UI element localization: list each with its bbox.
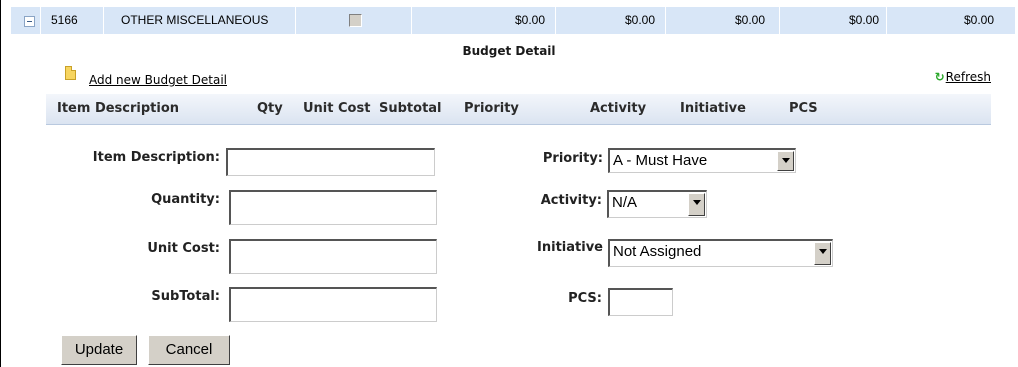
column-qty: Qty bbox=[257, 101, 283, 116]
initiative-label: Initiative bbox=[537, 240, 603, 255]
cell-divider bbox=[40, 7, 41, 34]
column-item-description: Item Description bbox=[57, 101, 180, 116]
priority-label: Priority: bbox=[542, 151, 603, 166]
column-activity: Activity bbox=[590, 101, 647, 116]
document-icon bbox=[65, 66, 76, 80]
column-pcs: PCS bbox=[789, 101, 818, 116]
refresh-link[interactable]: ↻Refresh bbox=[935, 70, 991, 84]
unit-cost-input[interactable] bbox=[229, 239, 437, 274]
chevron-down-icon[interactable] bbox=[777, 151, 794, 171]
initiative-select[interactable]: Not Assigned bbox=[608, 239, 833, 267]
category-name: OTHER MISCELLANEOUS bbox=[121, 13, 269, 27]
cell-divider bbox=[886, 7, 887, 34]
activity-label: Activity: bbox=[540, 193, 602, 208]
cell-divider bbox=[411, 7, 412, 34]
quantity-label: Quantity: bbox=[151, 192, 220, 207]
priority-select[interactable]: A - Must Have bbox=[608, 148, 796, 173]
subtotal-input[interactable] bbox=[229, 287, 437, 322]
column-unit-cost: Unit Cost bbox=[303, 101, 371, 116]
item-description-label: Item Description: bbox=[92, 150, 220, 165]
chevron-down-icon[interactable] bbox=[814, 242, 831, 265]
amount-4: $0.00 bbox=[848, 13, 879, 27]
chevron-down-icon[interactable] bbox=[688, 193, 705, 216]
section-title: Budget Detail bbox=[462, 44, 556, 58]
category-code: 5166 bbox=[51, 13, 78, 27]
cancel-button[interactable]: Cancel bbox=[148, 335, 230, 365]
activity-select[interactable]: N/A bbox=[607, 190, 707, 218]
activity-value: N/A bbox=[612, 194, 638, 211]
column-subtotal: Subtotal bbox=[379, 101, 442, 116]
pcs-input[interactable] bbox=[608, 288, 673, 316]
collapse-icon[interactable] bbox=[24, 16, 35, 27]
column-priority: Priority bbox=[464, 101, 519, 116]
column-header-row: Item Description Qty Unit Cost Subtotal … bbox=[46, 94, 991, 125]
subtotal-label: SubTotal: bbox=[151, 289, 220, 304]
update-button[interactable]: Update bbox=[61, 335, 137, 365]
amount-1: $0.00 bbox=[514, 13, 545, 27]
amount-2: $0.00 bbox=[624, 13, 655, 27]
cell-divider bbox=[665, 7, 666, 34]
quantity-input[interactable] bbox=[229, 190, 437, 225]
refresh-icon: ↻ bbox=[934, 70, 945, 84]
priority-value: A - Must Have bbox=[613, 152, 708, 169]
add-link-label[interactable]: Add new Budget Detail bbox=[89, 73, 227, 87]
column-initiative: Initiative bbox=[680, 101, 746, 116]
initiative-value: Not Assigned bbox=[613, 243, 702, 260]
cell-divider bbox=[103, 7, 104, 34]
category-checkbox[interactable] bbox=[349, 14, 362, 27]
cell-divider bbox=[555, 7, 556, 34]
item-description-input[interactable] bbox=[226, 148, 435, 176]
refresh-label[interactable]: Refresh bbox=[946, 70, 991, 84]
cell-divider bbox=[779, 7, 780, 34]
amount-3: $0.00 bbox=[734, 13, 765, 27]
cell-divider bbox=[295, 7, 296, 34]
amount-5: $0.00 bbox=[963, 13, 994, 27]
unit-cost-label: Unit Cost: bbox=[147, 241, 220, 256]
category-row[interactable]: 5166 OTHER MISCELLANEOUS $0.00 $0.00 $0.… bbox=[11, 7, 1015, 34]
pcs-label: PCS: bbox=[568, 291, 602, 306]
